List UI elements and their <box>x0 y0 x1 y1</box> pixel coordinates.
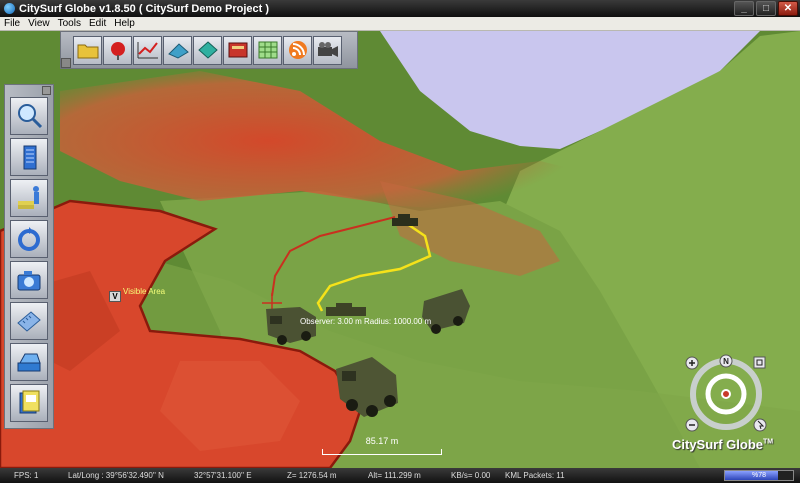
ring-rotate-icon <box>18 227 40 251</box>
pointer-mode-icon[interactable] <box>753 418 767 432</box>
fps-readout: FPS: 1 <box>14 471 39 480</box>
visible-area-marker[interactable]: V <box>109 291 121 302</box>
plane-layer-button[interactable] <box>163 35 192 65</box>
north-indicator[interactable]: N <box>719 354 733 368</box>
close-button[interactable]: ✕ <box>778 1 798 16</box>
folder-icon <box>77 44 98 59</box>
window-controls: _ □ ✕ <box>734 1 798 16</box>
book-button[interactable] <box>223 35 252 65</box>
device-layer-icon <box>17 353 41 372</box>
plane-layer-icon <box>167 43 189 59</box>
trademark-text: TM <box>763 438 774 446</box>
loading-progress: %78 <box>724 470 794 481</box>
person-layers-icon <box>18 186 39 209</box>
building-icon <box>23 145 37 170</box>
globe-3d-viewport[interactable]: V Visible Area Observer: 3.00 m Radius: … <box>0 31 800 468</box>
rss-feed-button[interactable] <box>283 35 312 65</box>
rotate-button[interactable] <box>10 220 48 258</box>
scale-label: 85.17 m <box>365 436 399 446</box>
ruler-icon <box>17 311 41 332</box>
latitude-readout: Lat/Long : 39°56'32.490'' N <box>68 471 164 480</box>
minimize-button[interactable]: _ <box>734 1 754 16</box>
scale-bar: 85.17 m <box>322 436 442 460</box>
video-camera-icon <box>317 42 338 57</box>
menu-edit[interactable]: Edit <box>89 18 106 29</box>
top-toolbar <box>60 31 358 69</box>
zoom-readout: Z= 1276.54 m <box>287 471 337 480</box>
open-folder-button[interactable] <box>73 35 102 65</box>
menu-help[interactable]: Help <box>114 18 135 29</box>
altitude-readout: Alt= 111.299 m <box>368 471 421 480</box>
window-title: CitySurf Globe v1.8.50 ( CitySurf Demo P… <box>19 2 270 15</box>
grid-table-icon <box>258 41 277 59</box>
center-reset-icon[interactable] <box>721 389 731 399</box>
zoom-out-icon[interactable] <box>685 418 699 432</box>
device-layer-button[interactable] <box>10 343 48 381</box>
buildings-button[interactable] <box>10 138 48 176</box>
book-icon <box>228 42 247 58</box>
app-globe-icon <box>4 3 15 14</box>
diamond-layer-button[interactable] <box>193 35 222 65</box>
measure-button[interactable] <box>10 302 48 340</box>
magnifier-icon <box>18 104 43 129</box>
menu-file[interactable]: File <box>4 18 20 29</box>
navigation-control[interactable]: N <box>682 351 770 433</box>
observer-radius-label: Observer: 3.00 m Radius: 1000.00 m <box>300 317 432 326</box>
menu-tools[interactable]: Tools <box>58 18 81 29</box>
rss-feed-icon <box>288 41 307 59</box>
menu-bar: File View Tools Edit Help <box>0 17 800 31</box>
toolbar-lock-icon[interactable] <box>42 86 51 95</box>
compass-north-text: N <box>723 357 729 366</box>
menu-view[interactable]: View <box>28 18 50 29</box>
placemark-button[interactable] <box>103 35 132 65</box>
profile-graph-button[interactable] <box>133 35 162 65</box>
card-stack-icon <box>19 390 40 414</box>
grid-table-button[interactable] <box>253 35 282 65</box>
card-stack-button[interactable] <box>10 384 48 422</box>
progress-label: %78 <box>751 472 766 479</box>
visible-area-label: Visible Area <box>123 287 166 296</box>
person-layer-button[interactable] <box>10 179 48 217</box>
kbs-readout: KB/s= 0.00 <box>451 471 491 480</box>
brand-text: CitySurf Globe <box>672 437 764 452</box>
diamond-layer-icon <box>197 41 218 59</box>
video-camera-button[interactable] <box>313 35 342 65</box>
terrain-scene <box>0 31 800 468</box>
toolbar-lock-icon[interactable] <box>61 58 71 68</box>
scale-ruler <box>322 449 442 455</box>
maximize-button[interactable]: □ <box>756 1 776 16</box>
brand-logo: CitySurf GlobeTM <box>672 437 773 452</box>
zoom-in-icon[interactable] <box>685 356 699 370</box>
line-graph-icon <box>137 42 158 59</box>
longitude-readout: 32°57'31.100'' E <box>194 471 252 480</box>
left-toolbar <box>4 84 54 429</box>
red-ball-icon <box>110 42 125 60</box>
window-titlebar: CitySurf Globe v1.8.50 ( CitySurf Demo P… <box>0 0 800 17</box>
fullscreen-icon[interactable] <box>753 356 766 369</box>
status-bar: FPS: 1 Lat/Long : 39°56'32.490'' N 32°57… <box>0 468 800 483</box>
kml-packets-readout: KML Packets: 11 <box>505 471 565 480</box>
search-button[interactable] <box>10 97 48 135</box>
camera-button[interactable] <box>10 261 48 299</box>
camera-icon <box>17 271 41 291</box>
